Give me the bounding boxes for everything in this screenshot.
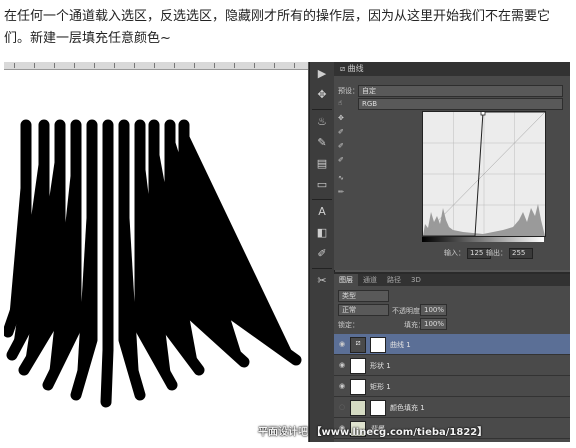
layer-mask-thumbnail	[370, 400, 386, 416]
opacity-field[interactable]: 100%	[420, 304, 447, 316]
history-brush-icon[interactable]: ♨	[313, 113, 331, 131]
layer-row[interactable]: ○ 颜色填充 1	[334, 397, 570, 418]
eye-hidden-icon[interactable]: ○	[339, 403, 345, 411]
tab-channels[interactable]: 通道	[358, 274, 382, 286]
output-gradient-bar	[422, 237, 544, 242]
output-label: 输出：	[486, 249, 507, 257]
paths-icon[interactable]: ◧	[313, 224, 331, 242]
layer-name: 矩形 1	[370, 383, 391, 391]
gray-point-eyedropper-icon[interactable]: ✐	[338, 142, 344, 150]
striped-perspective-artwork	[4, 119, 302, 408]
output-readout: 输出： 255	[486, 248, 533, 259]
eye-icon[interactable]: ◉	[339, 340, 345, 348]
input-label: 输入：	[444, 249, 465, 257]
layer-name: 形状 1	[370, 362, 391, 370]
layer-row[interactable]: ◉ 形状 1	[334, 355, 570, 376]
black-point-eyedropper-icon[interactable]: ✐	[338, 128, 344, 136]
curves-adjustment-icon: ⧄	[340, 64, 346, 73]
watermark: 平面设计吧 【www.linecg.com/tieba/1822】	[258, 427, 488, 438]
color-fill-thumbnail	[350, 400, 366, 416]
input-readout: 输入： 125	[444, 248, 491, 259]
on-image-adjust-icon[interactable]: ✥	[338, 114, 344, 122]
tab-3d[interactable]: 3D	[406, 274, 426, 286]
layer-row[interactable]: ◉ ⧄ 曲线 1	[334, 334, 570, 355]
eye-icon[interactable]: ◉	[339, 361, 345, 369]
eye-icon[interactable]: ◉	[339, 382, 345, 390]
curves-layer-icon: ⧄	[350, 337, 366, 353]
curves-graph[interactable]	[422, 110, 546, 237]
preset-select[interactable]: 自定	[358, 85, 563, 97]
preset-label: 预设：	[338, 87, 359, 95]
move-icon[interactable]: ✥	[313, 86, 331, 104]
curve-edit-icon[interactable]: ∿	[338, 174, 344, 182]
photoshop-screenshot: ▶ ✥ ♨ ✎ ▤ ▭ A ◧ ✐ ✂ ⧄ 曲线 预设： 自定 ☝ RGB ✥ …	[4, 62, 570, 442]
canvas-area[interactable]	[4, 62, 308, 442]
clone-stamp-icon[interactable]: ▤	[313, 155, 331, 173]
top-ruler	[4, 62, 308, 70]
layer-name: 曲线 1	[390, 341, 411, 349]
type-icon[interactable]: A	[313, 203, 331, 221]
layer-mask-thumbnail	[370, 337, 386, 353]
blend-mode-select[interactable]: 正常	[338, 304, 389, 316]
properties-panel: ⧄ 曲线 预设： 自定 ☝ RGB ✥ ✐ ✐ ✐ ∿ ✏ 输入： 125 输出…	[334, 62, 570, 270]
eraser-icon[interactable]: ▭	[313, 176, 331, 194]
layers-panel: 图层 通道 路径 3D 类型 正常 不透明度： 100% 锁定： 填充： 100% ◉…	[334, 272, 570, 442]
tab-paths[interactable]: 路径	[382, 274, 406, 286]
properties-title: 曲线	[347, 64, 364, 73]
eyedropper-icon[interactable]: ✐	[313, 245, 331, 263]
properties-header: ⧄ 曲线	[334, 62, 570, 76]
channel-select[interactable]: RGB	[358, 98, 563, 110]
tab-layers[interactable]: 图层	[334, 274, 358, 286]
white-point-eyedropper-icon[interactable]: ✐	[338, 156, 344, 164]
output-value[interactable]: 255	[509, 248, 533, 259]
transform-icon[interactable]: ✂	[313, 272, 331, 290]
layer-row[interactable]: ◉ 矩形 1	[334, 376, 570, 397]
pencil-draw-icon[interactable]: ✏	[338, 188, 344, 196]
brush-icon[interactable]: ✎	[313, 134, 331, 152]
intro-text: 在任何一个通道载入选区，反选选区，隐藏刚才所有的操作层，因为从这里开始我们不在需…	[4, 9, 551, 46]
layer-thumbnail	[350, 379, 366, 395]
play-icon[interactable]: ▶	[313, 65, 331, 83]
layer-filter-kind[interactable]: 类型	[338, 290, 389, 302]
lock-label: 锁定：	[338, 321, 359, 329]
fill-field[interactable]: 100%	[420, 318, 447, 330]
layers-panel-tabs: 图层 通道 路径 3D	[334, 274, 570, 286]
layer-thumbnail	[350, 358, 366, 374]
finger-adjust-icon[interactable]: ☝	[338, 99, 342, 107]
tool-strip: ▶ ✥ ♨ ✎ ▤ ▭ A ◧ ✐ ✂	[309, 62, 335, 442]
layer-name: 颜色填充 1	[390, 404, 425, 412]
